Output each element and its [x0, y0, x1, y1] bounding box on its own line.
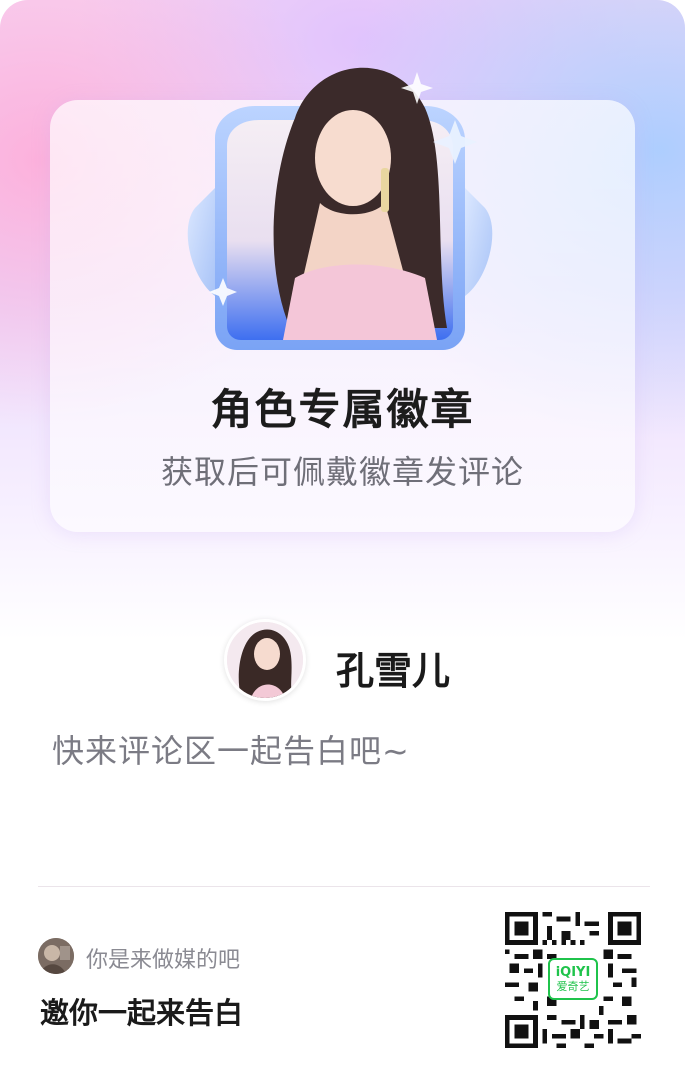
character-portrait-icon [227, 622, 303, 698]
invite-text: 快来评论区一起告白吧~ [52, 732, 410, 770]
qr-logo-name: 爱奇艺 [556, 979, 590, 993]
character-badge-image [185, 28, 495, 358]
iqiyi-logo-icon: iQIYI 爱奇艺 [548, 958, 598, 1000]
share-card: 角色专属徽章 获取后可佩戴徽章发评论 孔雪儿 快来评论区一起告白吧~ 你是来做媒… [0, 0, 685, 1080]
character-avatar[interactable] [224, 619, 306, 701]
divider [38, 886, 650, 887]
badge-title: 角色专属徽章 [210, 385, 475, 434]
badge-subtitle: 获取后可佩戴徽章发评论 [160, 453, 524, 491]
user-avatar-icon [38, 938, 74, 974]
footer-caption: 你是来做媒的吧 [86, 948, 241, 973]
user-avatar [38, 938, 74, 974]
badge-frame-icon [187, 67, 493, 350]
footer-invite-text: 邀你一起来告白 [40, 996, 244, 1030]
character-name: 孔雪儿 [336, 649, 451, 693]
qr-logo-brand: iQIYI [555, 964, 591, 980]
